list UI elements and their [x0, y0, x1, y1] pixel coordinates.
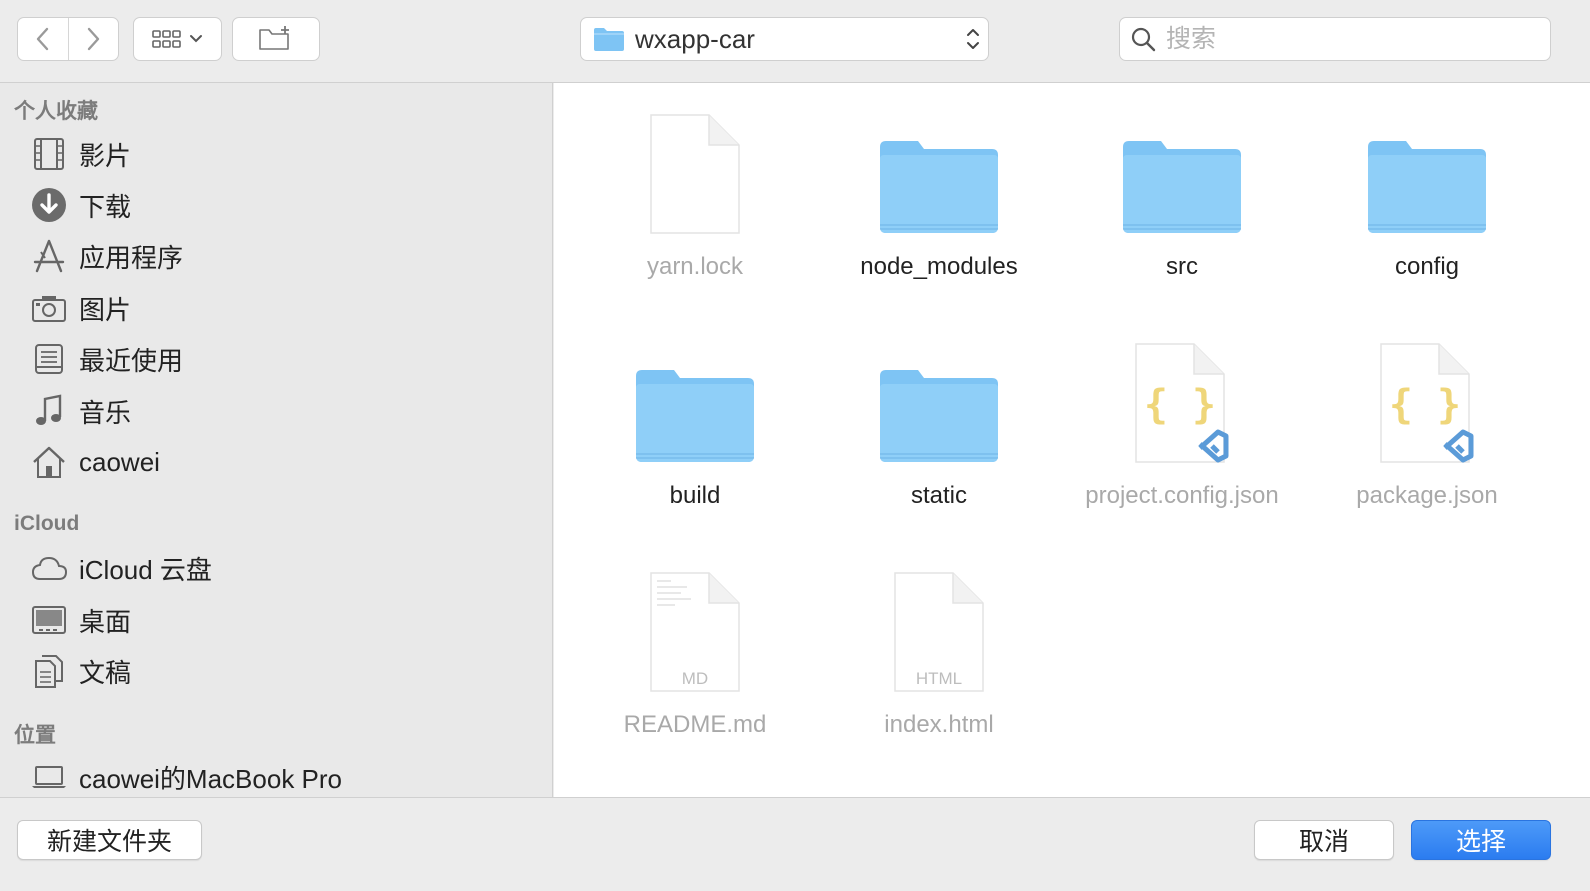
file-name: node_modules: [860, 253, 1018, 280]
sidebar-item-label: 影片: [79, 140, 132, 171]
documents-icon: [30, 652, 68, 690]
chevron-right-icon: [88, 27, 100, 51]
file-name: static: [910, 482, 967, 509]
search-input[interactable]: [1164, 23, 1528, 55]
folder-item[interactable]: src: [1072, 97, 1292, 283]
sidebar-item-music[interactable]: 音乐: [30, 389, 131, 433]
markdown-file-icon: MD: [585, 555, 805, 695]
folder-icon: [585, 326, 805, 466]
sidebar-item-label: 文稿: [79, 657, 132, 688]
sidebar-item-applications[interactable]: 应用程序: [30, 234, 183, 278]
sidebar-item-documents[interactable]: 文稿: [30, 649, 131, 693]
sidebar-item-label: caowei的MacBook Pro: [79, 763, 342, 794]
camera-icon: [30, 289, 68, 327]
file-name: yarn.lock: [646, 253, 744, 280]
sidebar-item-macbook[interactable]: caowei的MacBook Pro: [30, 755, 342, 799]
choose-button[interactable]: 选择: [1411, 820, 1551, 860]
recents-icon: [30, 340, 68, 378]
folder-item[interactable]: config: [1317, 97, 1537, 283]
folder-icon: [594, 28, 624, 51]
new-folder-toolbar-button[interactable]: [232, 17, 320, 61]
sidebar-section-icloud: iCloud: [14, 512, 80, 535]
file-name: package.json: [1356, 482, 1498, 509]
sidebar-section-favorites: 个人收藏: [14, 100, 98, 123]
json-file-icon: { }: [1317, 326, 1537, 466]
folder-icon: [1072, 97, 1292, 237]
music-icon: [30, 392, 68, 430]
laptop-icon: [30, 758, 68, 796]
folder-icon: [829, 326, 1049, 466]
applications-icon: [30, 237, 68, 275]
folder-item[interactable]: static: [829, 326, 1049, 512]
bottom-bar: 新建文件夹 取消 选择: [0, 797, 1590, 891]
file-item[interactable]: yarn.lock: [585, 97, 805, 283]
document-icon: [585, 97, 805, 237]
sidebar-item-icloud-drive[interactable]: iCloud 云盘: [30, 546, 212, 590]
search-field[interactable]: [1119, 17, 1551, 61]
cancel-button[interactable]: 取消: [1254, 820, 1394, 860]
sidebar-item-label: caowei: [79, 446, 160, 477]
json-file-icon: { }: [1072, 326, 1292, 466]
file-name: config: [1394, 253, 1460, 280]
sidebar-item-label: 音乐: [79, 397, 132, 428]
film-icon: [30, 135, 68, 173]
updown-chevron-icon: [958, 25, 988, 53]
new-folder-button[interactable]: 新建文件夹: [17, 820, 202, 860]
file-badge: MD: [681, 669, 709, 688]
chevron-down-icon: [189, 35, 202, 43]
file-item[interactable]: { } package.json: [1317, 326, 1537, 512]
download-icon: [30, 186, 68, 224]
sidebar-item-label: iCloud 云盘: [79, 554, 212, 585]
file-name: build: [669, 482, 721, 509]
svg-text:{ }: { }: [1144, 382, 1216, 428]
toolbar: wxapp-car: [0, 0, 1590, 83]
nav-button-group: [17, 17, 119, 61]
html-file-icon: HTML: [829, 555, 1049, 695]
folder-item[interactable]: node_modules: [829, 97, 1049, 283]
file-item[interactable]: MD README.md: [585, 555, 805, 741]
file-item[interactable]: { } project.config.json: [1072, 326, 1292, 512]
sidebar-item-label: 应用程序: [79, 242, 184, 273]
chevron-left-icon: [36, 27, 48, 51]
folder-icon: [1317, 97, 1537, 237]
file-item[interactable]: HTML index.html: [829, 555, 1049, 741]
sidebar-item-movies[interactable]: 影片: [30, 132, 131, 176]
sidebar-item-home[interactable]: caowei: [30, 440, 160, 484]
file-badge: HTML: [915, 669, 963, 688]
new-folder-icon: [259, 26, 289, 50]
sidebar-item-pictures[interactable]: 图片: [30, 286, 131, 330]
path-popup[interactable]: wxapp-car: [580, 17, 989, 61]
sidebar: 个人收藏 影片 下载 应用程序 图片 最近使用 音乐 caowei iCloud…: [0, 83, 553, 797]
folder-icon: [829, 97, 1049, 237]
file-browser: yarn.lock node_modules src config build …: [554, 83, 1590, 797]
path-label: wxapp-car: [635, 23, 755, 54]
sidebar-item-downloads[interactable]: 下载: [30, 183, 131, 227]
sidebar-item-label: 桌面: [79, 606, 132, 637]
forward-button[interactable]: [67, 18, 119, 60]
file-name: src: [1166, 253, 1198, 280]
file-name: README.md: [623, 711, 767, 738]
sidebar-section-locations: 位置: [14, 724, 56, 747]
sidebar-item-label: 下载: [79, 191, 132, 222]
folder-item[interactable]: build: [585, 326, 805, 512]
sidebar-item-label: 图片: [79, 294, 132, 325]
file-name: index.html: [884, 711, 994, 738]
desktop-icon: [30, 601, 68, 639]
svg-text:{ }: { }: [1389, 382, 1461, 428]
grid-icon: [151, 30, 181, 48]
view-mode-button[interactable]: [133, 17, 222, 61]
sidebar-item-label: 最近使用: [79, 345, 184, 376]
sidebar-item-recents[interactable]: 最近使用: [30, 337, 183, 381]
file-name: project.config.json: [1085, 482, 1279, 509]
back-button[interactable]: [18, 18, 68, 60]
search-icon: [1131, 27, 1156, 52]
cloud-icon: [30, 549, 68, 587]
sidebar-item-desktop[interactable]: 桌面: [30, 598, 131, 642]
home-icon: [30, 443, 68, 481]
